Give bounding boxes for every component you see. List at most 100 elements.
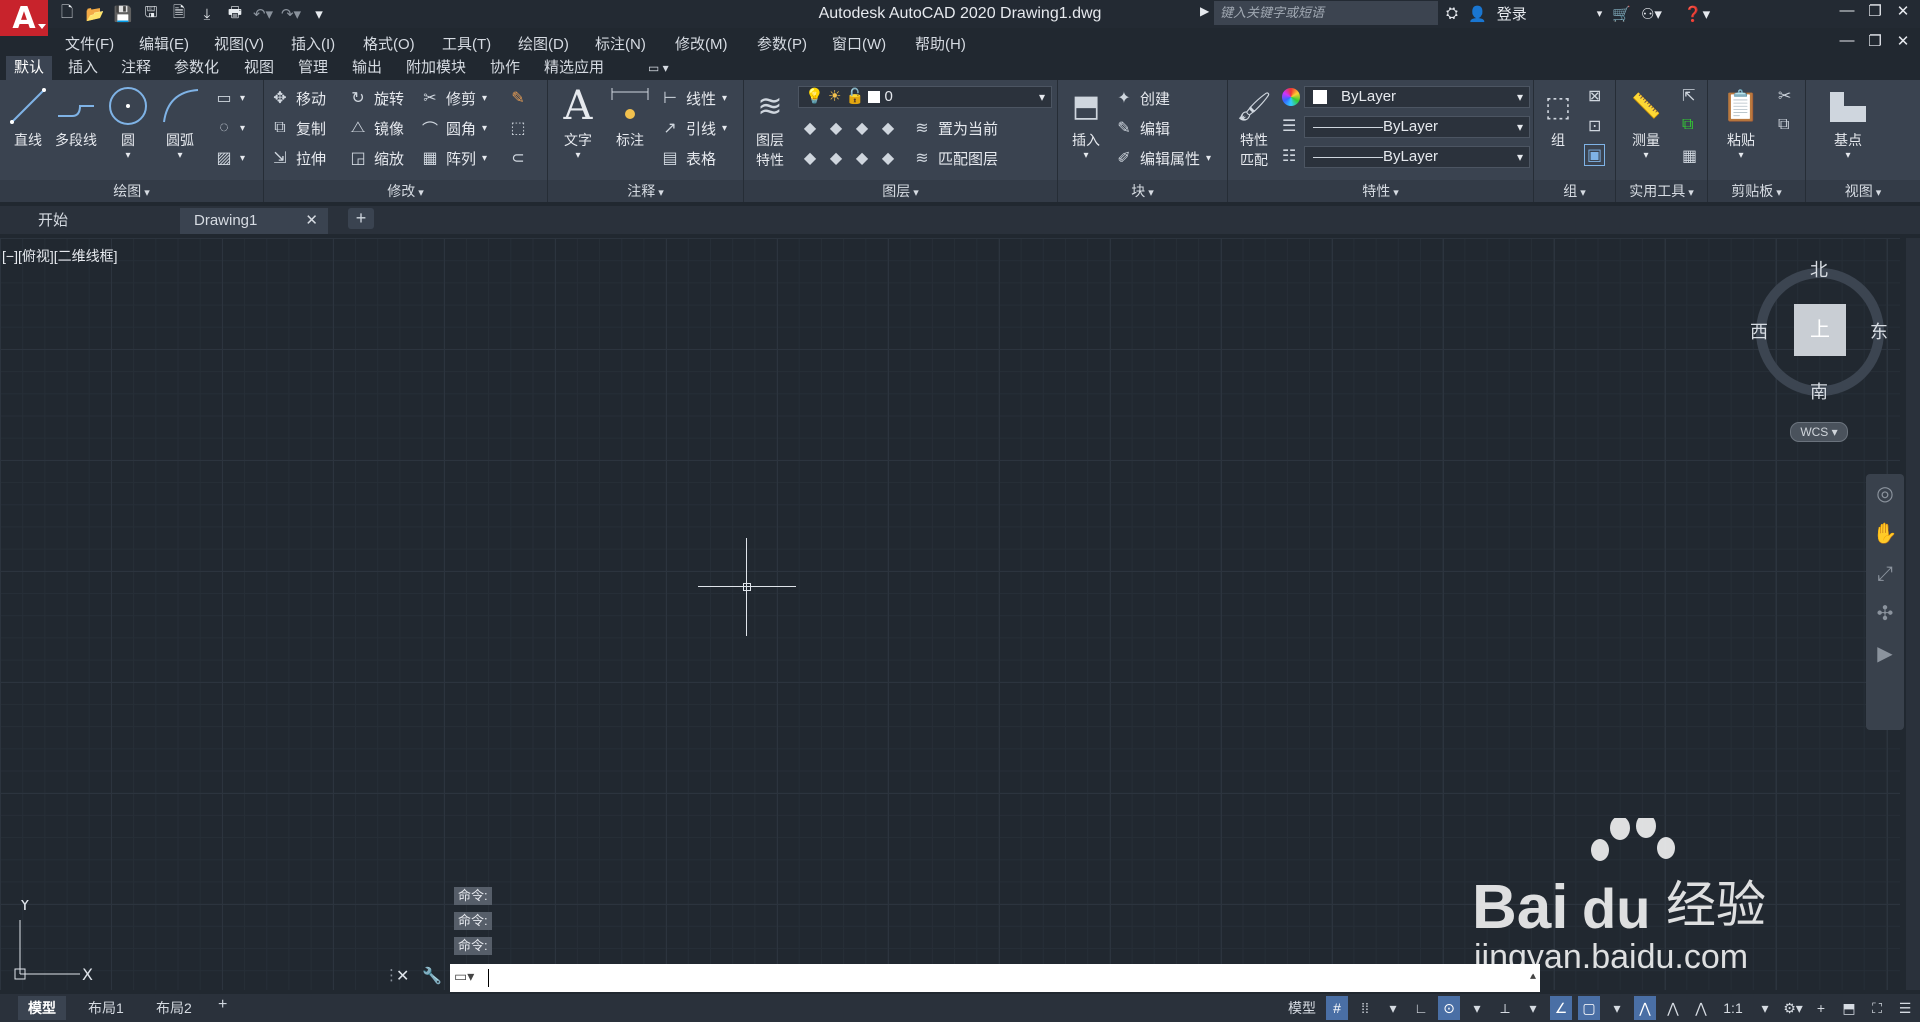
linear-dim-button[interactable]: ⊢ 线性 ▾ <box>660 86 727 110</box>
layer-dropdown[interactable]: 💡 ☀ 🔓 0 <box>798 86 1052 108</box>
new-tab-icon[interactable]: + <box>348 208 374 229</box>
vertical-scrollbar[interactable] <box>1906 238 1920 990</box>
lineweight-dropdown[interactable]: ByLayer <box>1304 146 1530 168</box>
hatch-button[interactable]: ▨ ▾ <box>214 146 245 170</box>
tab-start[interactable]: 开始 <box>24 208 176 234</box>
network-icon[interactable]: ⚇▾ <box>1641 5 1662 23</box>
tab-featured-apps[interactable]: 精选应用 <box>536 56 612 80</box>
insert-block-button[interactable]: ⬒ 插入 ▾ <box>1058 86 1114 162</box>
layer-properties-button[interactable]: ≋ 图层 特性 <box>744 86 796 170</box>
rectangle-button[interactable]: ▭ ▾ <box>214 86 245 110</box>
menu-view[interactable]: 视图(V) <box>214 33 264 54</box>
viewcube-top-face[interactable]: 上 <box>1794 304 1846 356</box>
paste-button[interactable]: 📋 粘贴 ▾ <box>1716 86 1766 162</box>
auto-scale-icon[interactable]: ⋀ <box>1662 996 1684 1020</box>
panel-modify-title[interactable]: 修改 <box>264 180 547 202</box>
text-dropdown-icon[interactable]: ▾ <box>550 150 606 161</box>
set-current-layer-button[interactable]: ≋ 置为当前 <box>912 116 998 140</box>
base-view-button[interactable]: 基点 ▾ <box>1816 86 1880 161</box>
grid-icon[interactable]: # <box>1326 996 1348 1020</box>
expand-arrow-icon[interactable]: ▶ <box>1200 4 1209 18</box>
layer-tools-row-2[interactable]: ◆ ◆ ◆ ◆ <box>800 146 898 170</box>
menu-file[interactable]: 文件(F) <box>65 33 114 54</box>
quick-select-icon[interactable]: ⇱ <box>1682 86 1695 106</box>
panel-view-title[interactable]: 视图 <box>1806 180 1920 202</box>
command-close-icon[interactable]: ✕ <box>396 966 409 986</box>
restore-icon[interactable]: ❐ <box>1862 2 1888 20</box>
measure-button[interactable]: 📏 测量 ▾ <box>1618 86 1674 162</box>
panel-draw-title[interactable]: 绘图 <box>0 180 263 202</box>
snap-dropdown-icon[interactable]: ▾ <box>1382 996 1404 1020</box>
group-select-icon[interactable]: ▣ <box>1584 144 1606 166</box>
pan-hand-icon[interactable]: ✋ <box>1866 514 1904 554</box>
ungroup-icon[interactable]: ⊠ <box>1588 86 1601 106</box>
fillet-button[interactable]: ⌒ 圆角 ▾ <box>420 116 487 140</box>
menu-tools[interactable]: 工具(T) <box>442 33 491 54</box>
menu-help[interactable]: 帮助(H) <box>915 33 966 54</box>
annotation-scale-value[interactable]: 1:1 <box>1718 996 1748 1020</box>
polyline-button[interactable]: 多段线 <box>48 86 104 150</box>
panel-annotation-title[interactable]: 注释 <box>548 180 743 202</box>
steering-wheel-icon[interactable]: ◎ <box>1866 474 1904 514</box>
infer-constraints-icon[interactable]: ∟ <box>1410 996 1432 1020</box>
tab-insert[interactable]: 插入 <box>60 56 106 80</box>
command-customize-icon[interactable]: 🔧 <box>422 966 442 986</box>
customize-menu-icon[interactable]: ☰ <box>1894 996 1916 1020</box>
compass-west[interactable]: 西 <box>1750 318 1768 344</box>
close-tab-icon[interactable]: ✕ <box>305 208 318 234</box>
isodraft-icon[interactable]: ▾ <box>1522 996 1544 1020</box>
match-properties-button[interactable]: 🖌 特性 匹配 <box>1228 86 1280 170</box>
search-input[interactable]: 键入关键字或短语 <box>1214 1 1438 25</box>
viewport-controls-label[interactable]: [−][俯视][二维线框] <box>2 246 118 266</box>
snap-icon[interactable]: ⁞⁞ <box>1354 996 1376 1020</box>
base-dropdown-icon[interactable]: ▾ <box>1816 150 1880 161</box>
edit-block-button[interactable]: ✎ 编辑 <box>1114 116 1170 140</box>
table-button[interactable]: ▤ 表格 <box>660 146 716 170</box>
model-space-toggle[interactable]: 模型 <box>1284 996 1320 1020</box>
tab-drawing1[interactable]: Drawing1 ✕ <box>180 208 328 234</box>
menu-insert[interactable]: 插入(I) <box>291 33 335 54</box>
doc-close-icon[interactable]: ✕ <box>1890 32 1916 50</box>
tab-view[interactable]: 视图 <box>236 56 282 80</box>
tab-collaborate[interactable]: 协作 <box>482 56 528 80</box>
tab-manage[interactable]: 管理 <box>290 56 336 80</box>
linetype-icon[interactable]: ☷ <box>1282 146 1296 166</box>
polar-tracking-icon[interactable]: ⟂ <box>1494 996 1516 1020</box>
workspace-gear-icon[interactable]: ⚙▾ <box>1782 996 1804 1020</box>
panel-clipboard-title[interactable]: 剪贴板 <box>1708 180 1805 202</box>
fullscreen-icon[interactable]: ⛶ <box>1866 996 1888 1020</box>
mirror-button[interactable]: ⧍ 镜像 <box>348 116 404 140</box>
tab-layout2[interactable]: 布局2 <box>146 996 202 1020</box>
color-dropdown[interactable]: ByLayer <box>1304 86 1530 108</box>
linetype-dropdown[interactable]: ByLayer <box>1304 116 1530 138</box>
compass-north[interactable]: 北 <box>1810 256 1828 282</box>
select-all-icon[interactable]: ⧉ <box>1682 116 1693 134</box>
offset-button[interactable]: ⊂ <box>508 146 528 170</box>
annotation-visibility-icon[interactable]: ⋀ <box>1634 996 1656 1020</box>
tab-home[interactable]: 默认 <box>6 56 53 80</box>
erase-button[interactable]: ✎ <box>508 86 528 110</box>
scale-dropdown-icon[interactable]: ▾ <box>1754 996 1776 1020</box>
zoom-extents-icon[interactable]: ⤢ <box>1866 554 1904 594</box>
calculator-icon[interactable]: ▦ <box>1682 146 1697 166</box>
minimize-icon[interactable]: — <box>1834 2 1860 19</box>
tab-model[interactable]: 模型 <box>18 996 66 1020</box>
annotation-scale-icon[interactable]: ⋀ <box>1690 996 1712 1020</box>
command-input[interactable]: ▭▾ ▴ <box>450 964 1540 992</box>
panel-utilities-title[interactable]: 实用工具 <box>1616 180 1707 202</box>
array-button[interactable]: ▦ 阵列 ▾ <box>420 146 487 170</box>
create-block-button[interactable]: ✦ 创建 <box>1114 86 1170 110</box>
help-icon[interactable]: ❓▾ <box>1684 5 1710 23</box>
panel-block-title[interactable]: 块 <box>1058 180 1227 202</box>
showmotion-icon[interactable]: ▶ <box>1866 634 1904 674</box>
copy-clip-icon[interactable]: ⧉ <box>1778 116 1789 134</box>
doc-restore-icon[interactable]: ❐ <box>1862 32 1888 50</box>
menu-format[interactable]: 格式(O) <box>363 33 415 54</box>
menu-modify[interactable]: 修改(M) <box>675 33 728 54</box>
group-edit-icon[interactable]: ⊡ <box>1588 116 1601 136</box>
measure-dropdown-icon[interactable]: ▾ <box>1618 150 1674 161</box>
menu-parametric[interactable]: 参数(P) <box>757 33 807 54</box>
tab-parametric[interactable]: 参数化 <box>166 56 227 80</box>
orbit-icon[interactable]: ✣ <box>1866 594 1904 634</box>
doc-minimize-icon[interactable]: — <box>1834 32 1860 49</box>
